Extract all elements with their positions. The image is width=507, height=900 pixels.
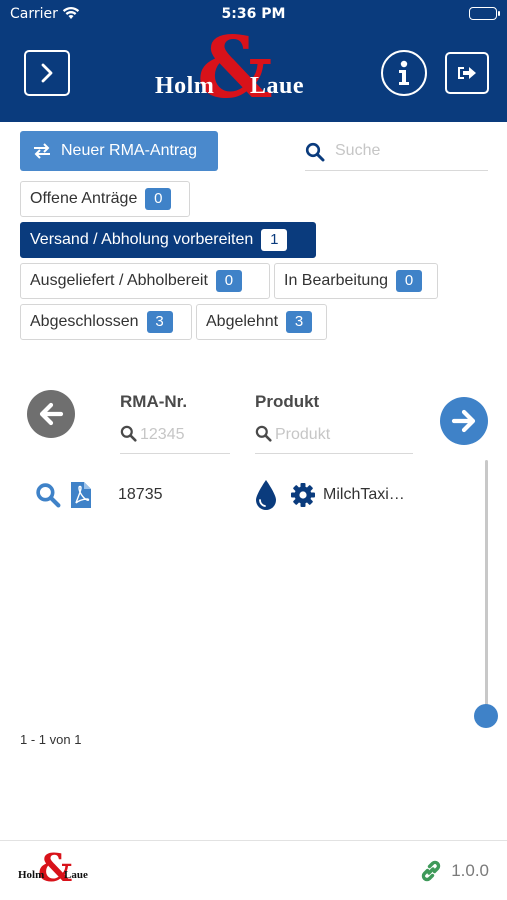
product-name: MilchTaxi…: [323, 486, 405, 503]
filter-count-badge: 0: [215, 270, 242, 292]
filter-count-badge: 0: [396, 270, 423, 292]
rma-number-cell[interactable]: 18735: [118, 480, 163, 510]
filter-label: Abgelehnt: [206, 313, 279, 330]
filter-abgeschlossen[interactable]: Abgeschlossen 3: [20, 304, 192, 340]
app: Carrier 5:36 PM & Holm Laue Neuer RMA-An…: [0, 0, 507, 900]
app-footer: & Holm Laue 1.0.0: [0, 840, 507, 900]
filter-label: In Bearbeitung: [284, 272, 389, 289]
product-filter-field[interactable]: [255, 418, 413, 454]
gear-icon: [291, 483, 315, 507]
link-icon: [421, 860, 441, 882]
filter-offene-antraege[interactable]: Offene Anträge 0: [20, 181, 190, 217]
logo-word-holm: Holm: [155, 73, 215, 99]
filter-label: Offene Anträge: [30, 190, 138, 207]
filter-count-badge: 0: [145, 188, 172, 210]
arrow-right-icon: [451, 409, 476, 433]
app-header: & Holm Laue: [0, 26, 507, 122]
holm-laue-footer-logo: & Holm Laue: [18, 849, 98, 893]
drop-icon: [256, 480, 276, 510]
filter-count-badge: 3: [146, 311, 173, 333]
filter-abgelehnt[interactable]: Abgelehnt 3: [196, 304, 327, 340]
filter-ausgeliefert[interactable]: Ausgeliefert / Abholbereit 0: [20, 263, 270, 299]
filter-in-bearbeitung[interactable]: In Bearbeitung 0: [274, 263, 438, 299]
search-icon: [120, 425, 137, 442]
column-header-rma-nr: RMA-Nr.: [120, 392, 188, 411]
file-pdf-icon: [71, 482, 91, 508]
search-icon: [255, 425, 272, 442]
search-icon: [305, 142, 325, 162]
column-header-produkt: Produkt: [255, 392, 320, 411]
info-icon: [399, 60, 409, 85]
filter-versand-abholung[interactable]: Versand / Abholung vorbereiten 1: [20, 222, 316, 258]
filter-count-badge: 3: [286, 311, 313, 333]
logout-button[interactable]: [445, 52, 489, 94]
table-row: [35, 480, 92, 510]
pdf-download-button[interactable]: [70, 481, 92, 509]
previous-page-button[interactable]: [27, 390, 75, 438]
filter-label: Versand / Abholung vorbereiten: [30, 231, 254, 248]
battery-icon: [469, 7, 500, 20]
version-info: 1.0.0: [419, 859, 489, 883]
view-details-button[interactable]: [35, 482, 61, 508]
chevron-right-icon: [41, 63, 53, 83]
new-rma-label: Neuer RMA-Antrag: [61, 142, 198, 159]
info-button[interactable]: [381, 50, 427, 96]
search-input[interactable]: [335, 138, 485, 164]
product-filter-input[interactable]: [275, 423, 409, 447]
product-cell[interactable]: MilchTaxi…: [254, 480, 405, 510]
version-number: 1.0.0: [451, 861, 489, 880]
scrollbar-thumb[interactable]: [474, 704, 498, 728]
pagination-info: 1 - 1 von 1: [20, 732, 82, 747]
sign-out-icon: [458, 67, 476, 79]
search-field[interactable]: [305, 136, 488, 171]
logo-word-laue: Laue: [64, 869, 88, 881]
filter-count-badge: 1: [261, 229, 288, 251]
logo-word-holm: Holm: [18, 869, 45, 881]
scrollbar-track[interactable]: [485, 460, 488, 716]
new-rma-button[interactable]: Neuer RMA-Antrag: [20, 131, 218, 171]
next-page-button[interactable]: [440, 397, 488, 445]
menu-button[interactable]: [24, 50, 70, 96]
rma-filter-field[interactable]: [120, 418, 230, 454]
rma-filter-input[interactable]: [140, 423, 226, 447]
holm-laue-logo: & Holm Laue: [155, 26, 315, 118]
logo-word-laue: Laue: [250, 73, 305, 99]
exchange-arrows-icon: [34, 143, 50, 159]
filter-label: Ausgeliefert / Abholbereit: [30, 272, 208, 289]
search-icon: [36, 483, 61, 508]
filter-label: Abgeschlossen: [30, 313, 139, 330]
logo-ampersand: &: [38, 845, 73, 890]
arrow-left-icon: [39, 402, 64, 426]
